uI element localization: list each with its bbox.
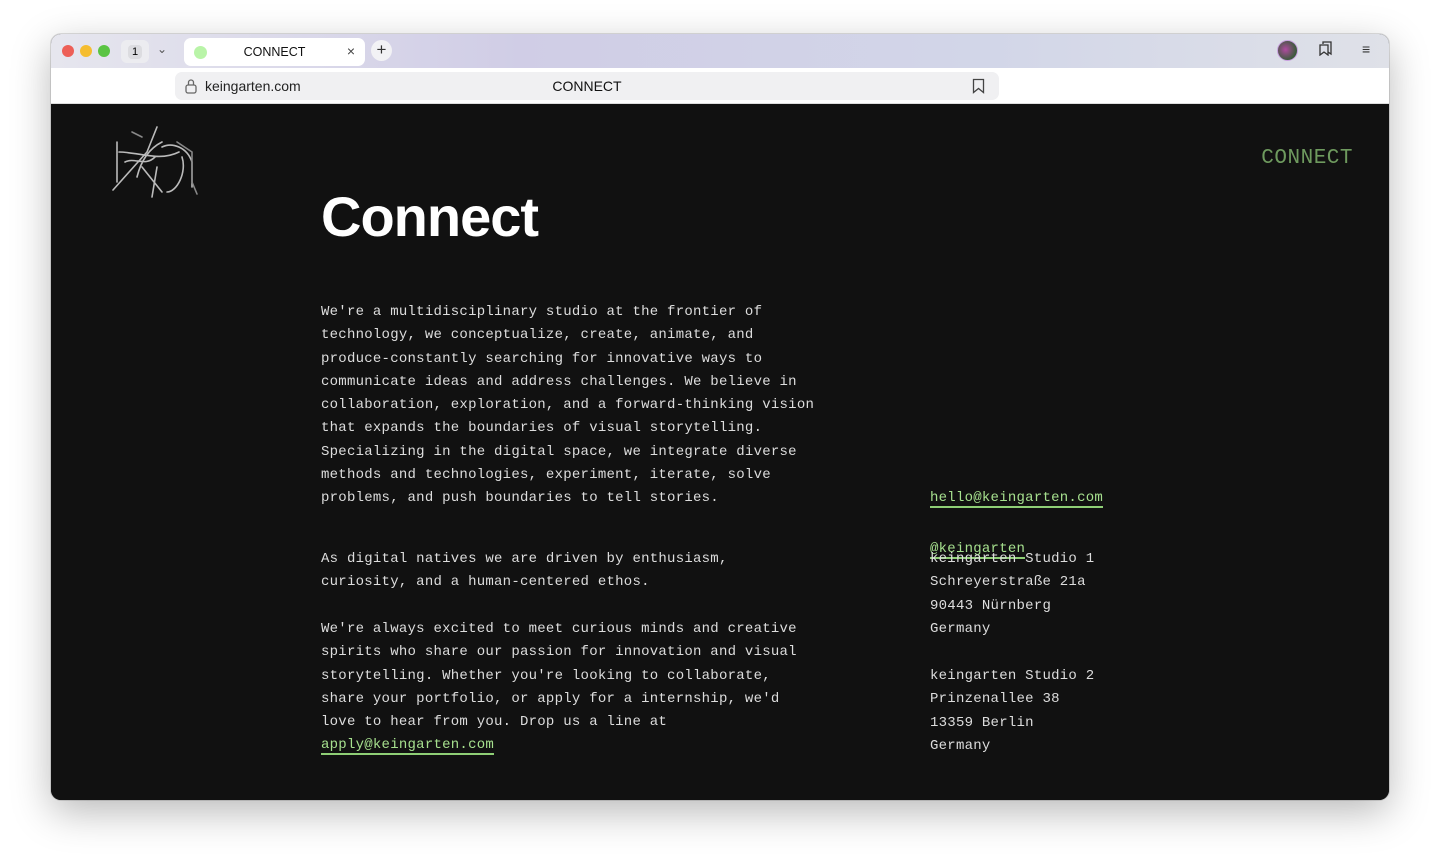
bookmark-icon[interactable] [972,78,985,94]
close-tab-icon[interactable]: × [347,43,355,59]
profile-avatar[interactable] [1277,40,1298,61]
contact-email-link[interactable]: hello@keingarten.com [930,490,1104,509]
toolbar: keingarten.com CONNECT [51,68,1389,104]
studio-1-address: keingarten Studio 1 Schreyerstraße 21a 9… [930,551,1095,637]
minimize-window-button[interactable] [80,45,92,57]
tab-title: CONNECT [243,45,306,59]
nav-connect[interactable]: CONNECT [1261,147,1353,170]
close-window-button[interactable] [62,45,74,57]
title-bar: 1 ⌄ CONNECT × + ≡ [51,34,1389,68]
tab-count: 1 [127,44,143,59]
invite-paragraph: We're always excited to meet curious min… [321,618,841,758]
menu-icon[interactable]: ≡ [1362,41,1370,57]
invite-text: We're always excited to meet curious min… [321,621,797,731]
apply-email-link[interactable]: apply@keingarten.com [321,737,495,756]
tab-overview-button[interactable]: 1 [121,40,149,63]
chevron-down-icon[interactable]: ⌄ [157,42,167,56]
new-tab-button[interactable]: + [371,40,392,61]
address-bar[interactable]: keingarten.com CONNECT [175,72,999,100]
studio-2-address: keingarten Studio 2 Prinzenallee 38 1335… [930,668,1095,754]
browser-window: 1 ⌄ CONNECT × + ≡ keingarten.com CONNECT… [51,34,1389,800]
natives-paragraph: As digital natives we are driven by enth… [321,551,728,591]
page-heading: Connect [321,185,539,248]
page-content: CONNECT Connect We're a multidisciplinar… [51,104,1389,800]
page-title-display: CONNECT [552,78,622,94]
site-logo[interactable] [107,122,202,202]
intro-paragraph: We're a multidisciplinary studio at the … [321,304,815,507]
bookmarks-icon[interactable] [1319,41,1333,59]
maximize-window-button[interactable] [98,45,110,57]
tab-connect[interactable]: CONNECT × [184,38,365,66]
